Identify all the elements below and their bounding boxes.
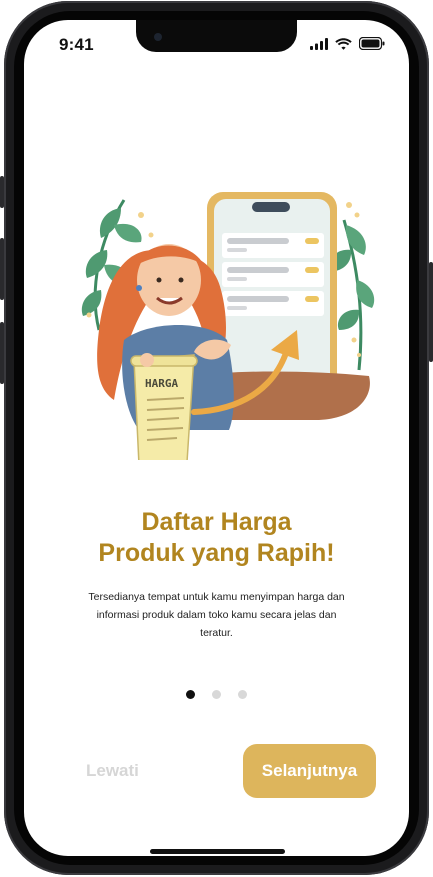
mute-switch (0, 176, 4, 208)
price-scroll-illustration: HARGA (130, 353, 198, 460)
status-time: 9:41 (59, 35, 94, 54)
title-line-1: Daftar Harga (141, 508, 292, 536)
home-indicator[interactable] (150, 849, 285, 854)
front-camera (154, 33, 162, 41)
onboarding-description: Tersedianya tempat untuk kamu menyimpan … (88, 591, 345, 639)
scroll-label: HARGA (145, 377, 178, 390)
page-dot-2[interactable] (212, 690, 221, 699)
title-line-2: Produk yang Rapih! (98, 539, 335, 567)
status-bar: 9:41 (24, 20, 409, 70)
skip-button[interactable]: Lewati (86, 761, 139, 781)
onboarding-illustration: HARGA (81, 192, 375, 460)
cellular-signal-icon (310, 37, 328, 50)
notch (136, 20, 297, 52)
volume-up-button (0, 238, 4, 300)
onboarding-title: Daftar Harga Produk yang Rapih! (24, 507, 409, 569)
page-dot-1[interactable] (186, 690, 195, 699)
next-button[interactable]: Selanjutnya (243, 744, 376, 798)
battery-icon (359, 37, 385, 50)
volume-down-button (0, 322, 4, 384)
power-button (429, 262, 433, 362)
page-dot-3[interactable] (238, 690, 247, 699)
wifi-icon (335, 37, 352, 50)
screen: 9:41 HARGA Daftar Harga Produk yang Rapi… (24, 20, 409, 856)
page-indicator (24, 690, 409, 699)
status-icons (310, 37, 385, 50)
